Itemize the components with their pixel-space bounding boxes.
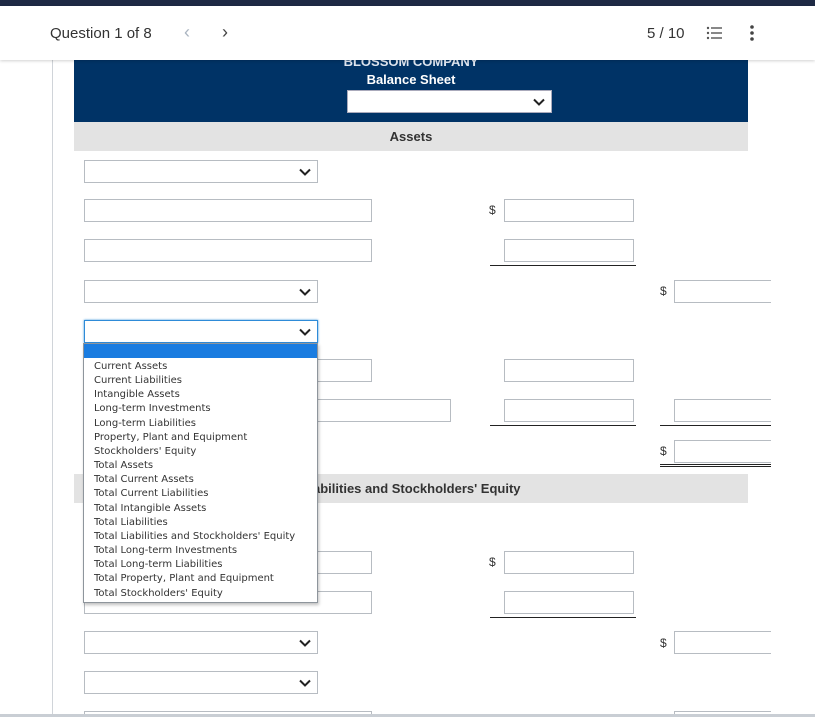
dropdown-option[interactable]: Total Property, Plant and Equipment	[94, 572, 317, 586]
total-amount-input[interactable]	[674, 280, 772, 303]
total-amount-input[interactable]	[674, 631, 772, 654]
chevron-down-icon	[299, 288, 311, 296]
dropdown-blank-option[interactable]	[84, 344, 317, 358]
chevron-down-icon	[299, 168, 311, 176]
dropdown-option[interactable]: Long-term Investments	[94, 402, 317, 416]
dropdown-option[interactable]: Stockholders' Equity	[94, 445, 317, 459]
question-toolbar: Question 1 of 8 ‹ › 5 / 10	[0, 6, 815, 60]
dollar-sign: $	[660, 636, 667, 650]
dropdown-option[interactable]: Total Assets	[94, 459, 317, 473]
category-dropdown-menu[interactable]: Current Assets Current Liabilities Intangi…	[83, 343, 318, 603]
assets-heading: Assets	[74, 122, 748, 151]
subtotal-rule	[660, 425, 772, 426]
question-counter-label: Question 1 of 8	[50, 25, 152, 42]
dropdown-option[interactable]: Current Liabilities	[94, 374, 317, 388]
statement-title: Balance Sheet	[366, 72, 456, 87]
category-select[interactable]	[84, 160, 318, 183]
dollar-sign: $	[660, 444, 667, 458]
subtotal-rule	[490, 617, 636, 618]
dropdown-option[interactable]: Long-term Liabilities	[94, 417, 317, 431]
chevron-down-icon	[299, 328, 311, 336]
chevron-right-icon[interactable]: ›	[222, 22, 228, 43]
dollar-sign: $	[489, 555, 496, 569]
category-select[interactable]	[84, 280, 318, 303]
company-name: BLOSSOM COMPANY	[343, 60, 479, 69]
grand-total-rule	[660, 464, 772, 467]
grand-total-input[interactable]	[674, 440, 772, 463]
amount-input[interactable]	[504, 551, 634, 574]
category-select[interactable]	[84, 671, 318, 694]
more-vertical-icon[interactable]	[745, 24, 759, 42]
dollar-sign: $	[660, 284, 667, 298]
amount-input[interactable]	[504, 591, 634, 614]
page-gutter	[771, 60, 815, 716]
dropdown-option[interactable]: Total Liabilities	[94, 516, 317, 530]
chevron-down-icon	[299, 639, 311, 647]
amount-input[interactable]	[504, 359, 634, 382]
dropdown-option[interactable]: Property, Plant and Equipment	[94, 431, 317, 445]
dropdown-option[interactable]: Total Intangible Assets	[94, 502, 317, 516]
dropdown-option[interactable]: Intangible Assets	[94, 388, 317, 402]
dropdown-option[interactable]: Total Long-term Liabilities	[94, 558, 317, 572]
dropdown-option[interactable]: Total Liabilities and Stockholders' Equi…	[94, 530, 317, 544]
dropdown-option[interactable]: Total Current Liabilities	[94, 487, 317, 501]
dollar-sign: $	[489, 203, 496, 217]
date-select[interactable]	[347, 90, 552, 113]
account-name-input[interactable]	[84, 239, 372, 262]
dropdown-options: Current Assets Current Liabilities Intangi…	[84, 358, 317, 601]
dropdown-option[interactable]: Total Stockholders' Equity	[94, 587, 317, 601]
dropdown-option[interactable]: Total Current Assets	[94, 473, 317, 487]
total-amount-input[interactable]	[674, 399, 772, 422]
dropdown-option[interactable]: Current Assets	[94, 360, 317, 374]
chevron-down-icon	[299, 679, 311, 687]
statement-header: BLOSSOM COMPANY Balance Sheet	[74, 60, 748, 122]
subtotal-rule	[490, 265, 636, 266]
progress-counter: 5 / 10	[647, 25, 685, 42]
subtotal-rule	[490, 425, 636, 426]
amount-input[interactable]	[504, 239, 634, 262]
category-select-open[interactable]	[84, 320, 318, 343]
account-name-input[interactable]	[84, 199, 372, 222]
amount-input[interactable]	[504, 399, 634, 422]
dropdown-option[interactable]: Total Long-term Investments	[94, 544, 317, 558]
list-icon[interactable]	[706, 26, 722, 40]
chevron-down-icon	[533, 98, 545, 106]
amount-input[interactable]	[504, 199, 634, 222]
category-select[interactable]	[84, 631, 318, 654]
chevron-left-icon[interactable]: ‹	[184, 22, 190, 43]
